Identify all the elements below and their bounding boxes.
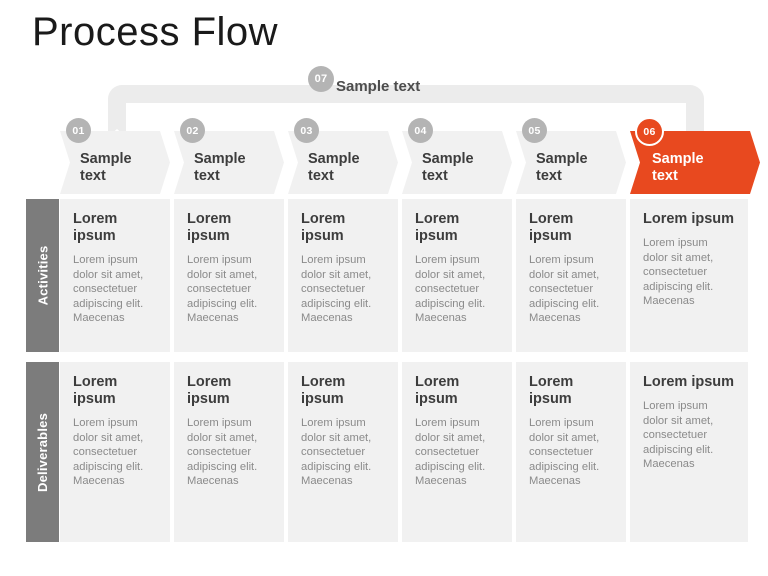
content-cell[interactable]: Lorem ipsum Lorem ipsum dolor sit amet, c… [288,362,398,542]
cell-heading: Lorem ipsum [415,374,460,407]
cell-heading: Lorem ipsum [529,374,574,407]
content-cell[interactable]: Lorem ipsum Lorem ipsum dolor sit amet, c… [60,199,170,352]
cell-heading: Lorem ipsum [73,374,118,407]
row-label-text: Deliverables [35,412,51,492]
cell-heading: Lorem ipsum [529,211,574,244]
process-step-05[interactable]: 05 Sample text [516,118,626,194]
step-label: Sample text [536,151,588,184]
cell-body: Lorem ipsum dolor sit amet, consectetuer… [187,417,258,488]
cell-body: Lorem ipsum dolor sit amet, consectetuer… [73,254,144,325]
content-cell[interactable]: Lorem ipsum Lorem ipsum dolor sit amet, c… [288,199,398,352]
step-label: Sample text [308,151,360,184]
overview-badge: 07 [308,66,334,92]
content-cell[interactable]: Lorem ipsum Lorem ipsum dolor sit amet, c… [174,199,284,352]
row-label-text: Activities [35,245,50,306]
content-cell[interactable]: Lorem ipsum Lorem ipsum dolor sit amet, c… [174,362,284,542]
process-step-02[interactable]: 02 Sample text [174,118,284,194]
step-number-badge: 05 [522,118,547,143]
cell-heading: Lorem ipsum [187,374,232,407]
content-cell[interactable]: Lorem ipsum Lorem ipsum dolor sit amet, c… [402,362,512,542]
cell-heading: Lorem ipsum [301,211,346,244]
slide-canvas: Process Flow 07 Sample text 01 Sample text… [0,0,768,576]
cell-body: Lorem ipsum dolor sit amet, consectetuer… [187,254,258,325]
process-step-01[interactable]: 01 Sample text [60,118,170,194]
cell-body: Lorem ipsum dolor sit amet, consectetuer… [415,254,486,325]
step-number-badge: 02 [180,118,205,143]
step-label: Sample text [422,151,474,184]
cell-body: Lorem ipsum dolor sit amet, consectetuer… [529,254,600,325]
step-label: Sample text [652,151,704,184]
cell-heading: Lorem ipsum [301,374,346,407]
cell-body: Lorem ipsum dolor sit amet, consectetuer… [643,237,714,308]
process-step-04[interactable]: 04 Sample text [402,118,512,194]
step-number-badge: 04 [408,118,433,143]
step-number-badge: 03 [294,118,319,143]
cell-body: Lorem ipsum dolor sit amet, consectetuer… [301,254,372,325]
content-cell[interactable]: Lorem ipsum Lorem ipsum dolor sit amet, c… [630,362,748,542]
process-step-06[interactable]: 06 Sample text [630,117,760,194]
step-header-row: 01 Sample text 02 Sample text 03 Sample text 04 Sa… [60,117,768,194]
row-label-deliverables: Deliverables [26,362,59,542]
content-cell[interactable]: Lorem ipsum Lorem ipsum dolor sit amet, c… [516,362,626,542]
cell-body: Lorem ipsum dolor sit amet, consectetuer… [73,417,144,488]
content-cell[interactable]: Lorem ipsum Lorem ipsum dolor sit amet, c… [516,199,626,352]
content-cell[interactable]: Lorem ipsum Lorem ipsum dolor sit amet, c… [630,199,748,352]
cell-heading: Lorem ipsum [643,374,735,390]
cell-heading: Lorem ipsum [643,211,735,227]
cell-body: Lorem ipsum dolor sit amet, consectetuer… [301,417,372,488]
step-number-badge: 01 [66,118,91,143]
step-label: Sample text [194,151,246,184]
cell-heading: Lorem ipsum [187,211,232,244]
content-cell[interactable]: Lorem ipsum Lorem ipsum dolor sit amet, c… [402,199,512,352]
process-step-03[interactable]: 03 Sample text [288,118,398,194]
row-label-activities: Activities [26,199,59,352]
cell-body: Lorem ipsum dolor sit amet, consectetuer… [643,400,714,471]
cell-body: Lorem ipsum dolor sit amet, consectetuer… [529,417,600,488]
step-number-badge: 06 [635,117,664,146]
overview-label: Sample text [336,78,421,95]
cell-heading: Lorem ipsum [415,211,460,244]
cell-body: Lorem ipsum dolor sit amet, consectetuer… [415,417,486,488]
cell-heading: Lorem ipsum [73,211,118,244]
page-title: Process Flow [32,10,279,54]
step-label: Sample text [80,151,132,184]
content-cell[interactable]: Lorem ipsum Lorem ipsum dolor sit amet, c… [60,362,170,542]
